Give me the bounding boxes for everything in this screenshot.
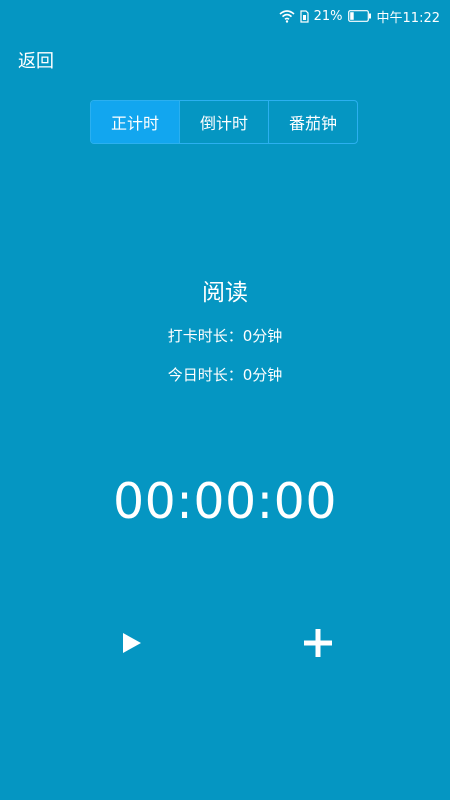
tab-countdown[interactable]: 倒计时: [179, 101, 268, 143]
checkin-duration: 打卡时长：0分钟: [167, 327, 283, 345]
activity-title: 阅读: [202, 280, 248, 306]
add-button[interactable]: [301, 626, 335, 660]
today-duration: 今日时长：0分钟: [167, 366, 283, 384]
battery-percent: 21%: [313, 8, 343, 24]
back-button[interactable]: 返回: [18, 50, 54, 74]
status-icons: 21% 中午11:22: [279, 7, 440, 26]
play-icon: [123, 633, 141, 653]
tab-pomodoro[interactable]: 番茄钟: [268, 101, 357, 143]
timer-display: 00:00:00: [112, 473, 338, 530]
status-bar: 21% 中午11:22: [0, 0, 450, 30]
battery-icon: [347, 10, 372, 22]
timer-mode-tabs: 正计时 倒计时 番茄钟: [90, 100, 358, 144]
clock-text: 中午11:22: [376, 10, 440, 26]
wifi-icon: [279, 9, 295, 23]
plus-icon: [304, 629, 332, 657]
tab-count-up[interactable]: 正计时: [91, 101, 179, 143]
sim-card-icon: [300, 9, 309, 23]
play-button[interactable]: [118, 628, 146, 658]
